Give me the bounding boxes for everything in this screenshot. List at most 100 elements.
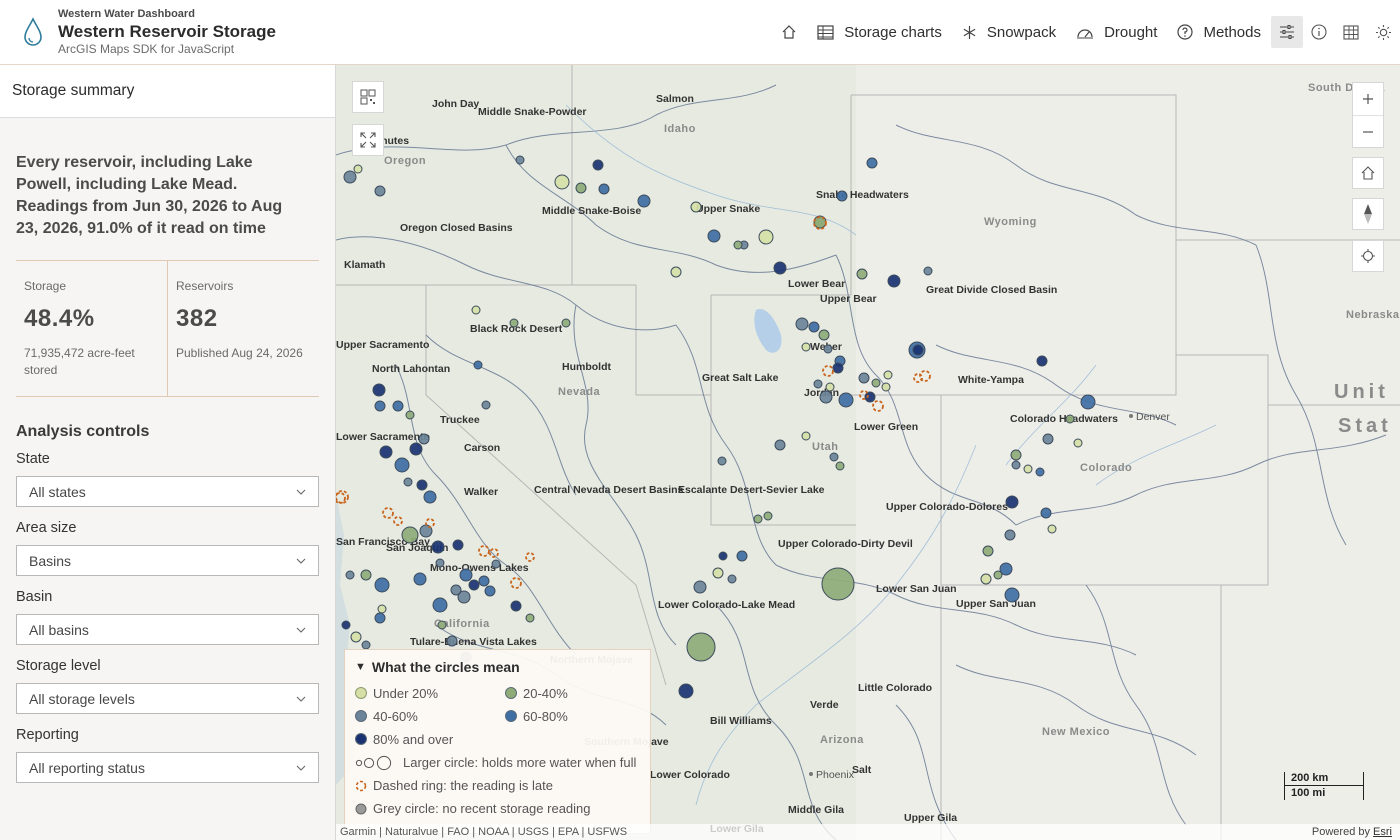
reservoir-marker[interactable] — [374, 577, 390, 593]
reservoir-marker[interactable] — [509, 318, 519, 328]
reservoir-marker[interactable] — [753, 514, 763, 524]
reservoir-marker[interactable] — [392, 400, 404, 412]
legend-toggle[interactable]: ▼ What the circles mean — [355, 659, 640, 675]
nav-drought[interactable]: Drought — [1066, 0, 1167, 64]
reservoir-marker[interactable] — [350, 631, 362, 643]
late-reading-marker[interactable] — [478, 545, 490, 557]
reservoir-marker[interactable] — [409, 442, 423, 456]
reservoir-marker[interactable] — [678, 683, 694, 699]
reservoir-marker[interactable] — [1023, 464, 1033, 474]
fullscreen-button[interactable] — [352, 124, 384, 156]
reservoir-marker[interactable] — [478, 575, 490, 587]
reservoir-marker[interactable] — [515, 155, 525, 165]
reporting-select[interactable]: All reporting status — [16, 752, 319, 783]
reservoir-marker[interactable] — [1004, 529, 1016, 541]
reservoir-marker[interactable] — [808, 321, 820, 333]
reservoir-marker[interactable] — [801, 431, 811, 441]
reservoir-marker[interactable] — [1011, 460, 1021, 470]
reservoir-marker[interactable] — [670, 266, 682, 278]
reservoir-marker[interactable] — [773, 261, 787, 275]
reservoir-marker[interactable] — [481, 400, 491, 410]
reservoir-marker[interactable] — [1004, 587, 1020, 603]
reservoir-marker[interactable] — [881, 382, 891, 392]
info-button[interactable] — [1303, 16, 1335, 48]
reservoir-marker[interactable] — [829, 452, 839, 462]
reservoir-marker[interactable] — [686, 632, 716, 662]
late-reading-marker[interactable] — [872, 400, 884, 412]
late-reading-marker[interactable] — [525, 552, 535, 562]
zoom-out-button[interactable] — [1353, 115, 1383, 147]
reservoir-marker[interactable] — [1080, 394, 1096, 410]
reservoir-marker[interactable] — [993, 570, 1003, 580]
reservoir-marker[interactable] — [1042, 433, 1054, 445]
reservoir-marker[interactable] — [446, 635, 458, 647]
reservoir-marker[interactable] — [887, 274, 901, 288]
nav-snowpack[interactable]: Snowpack — [952, 0, 1066, 64]
reservoir-marker[interactable] — [883, 370, 893, 380]
state-select[interactable]: All states — [16, 476, 319, 507]
reservoir-marker[interactable] — [980, 573, 992, 585]
locate-button[interactable] — [1352, 240, 1384, 272]
reservoir-marker[interactable] — [575, 182, 587, 194]
reservoir-marker[interactable] — [401, 526, 419, 544]
map-view[interactable]: John DaySalmonMiddle Snake-PowderDeschut… — [336, 65, 1400, 840]
zoom-in-button[interactable] — [1353, 83, 1383, 115]
reservoir-marker[interactable] — [813, 379, 823, 389]
reservoir-marker[interactable] — [982, 545, 994, 557]
reservoir-marker[interactable] — [1047, 524, 1057, 534]
reservoir-marker[interactable] — [823, 344, 833, 354]
reservoir-marker[interactable] — [431, 540, 445, 554]
reservoir-marker[interactable] — [423, 490, 437, 504]
nav-storage-charts[interactable]: Storage charts — [807, 0, 952, 64]
reservoir-marker[interactable] — [821, 567, 855, 601]
reservoir-marker[interactable] — [866, 157, 878, 169]
reservoir-marker[interactable] — [432, 597, 448, 613]
reservoir-marker[interactable] — [832, 362, 844, 374]
reservoir-marker[interactable] — [379, 445, 393, 459]
reservoir-marker[interactable] — [693, 580, 707, 594]
reservoir-marker[interactable] — [727, 574, 737, 584]
reservoir-marker[interactable] — [473, 360, 483, 370]
reservoir-marker[interactable] — [1040, 507, 1052, 519]
nav-home[interactable] — [771, 0, 807, 64]
reservoir-marker[interactable] — [416, 479, 428, 491]
reservoir-marker[interactable] — [418, 433, 430, 445]
reservoir-marker[interactable] — [554, 174, 570, 190]
late-reading-marker[interactable] — [913, 373, 923, 383]
reservoir-marker[interactable] — [459, 568, 473, 582]
reservoir-marker[interactable] — [435, 558, 445, 568]
reservoir-marker[interactable] — [871, 378, 881, 388]
esri-link[interactable]: Esri — [1373, 826, 1392, 838]
reservoir-marker[interactable] — [374, 612, 386, 624]
reservoir-marker[interactable] — [1073, 438, 1083, 448]
reservoir-marker[interactable] — [712, 567, 724, 579]
theme-toggle-button[interactable] — [1367, 16, 1399, 48]
reservoir-marker[interactable] — [825, 382, 835, 392]
reservoir-marker[interactable] — [836, 190, 848, 202]
late-reading-marker[interactable] — [510, 577, 522, 589]
reservoir-marker[interactable] — [818, 329, 830, 341]
reservoir-marker[interactable] — [1035, 467, 1045, 477]
reservoir-marker[interactable] — [1010, 449, 1022, 461]
home-view-button[interactable] — [1352, 157, 1384, 189]
reservoir-marker[interactable] — [377, 604, 387, 614]
reservoir-marker[interactable] — [912, 344, 924, 356]
reservoir-marker[interactable] — [437, 620, 447, 630]
nav-methods[interactable]: Methods — [1167, 0, 1271, 64]
reservoir-marker[interactable] — [1065, 414, 1075, 424]
late-reading-marker[interactable] — [393, 516, 403, 526]
reservoir-marker[interactable] — [923, 266, 933, 276]
storage-level-select[interactable]: All storage levels — [16, 683, 319, 714]
reservoir-marker[interactable] — [707, 229, 721, 243]
reservoir-marker[interactable] — [1005, 495, 1019, 509]
reservoir-marker[interactable] — [856, 268, 868, 280]
late-reading-marker[interactable] — [382, 507, 394, 519]
reservoir-marker[interactable] — [484, 585, 496, 597]
table-view-button[interactable] — [1335, 16, 1367, 48]
reservoir-marker[interactable] — [405, 410, 415, 420]
reservoir-marker[interactable] — [341, 620, 351, 630]
basemap-gallery-button[interactable] — [352, 81, 384, 113]
reservoir-marker[interactable] — [835, 461, 845, 471]
reservoir-marker[interactable] — [1036, 355, 1048, 367]
reservoir-marker[interactable] — [763, 511, 773, 521]
